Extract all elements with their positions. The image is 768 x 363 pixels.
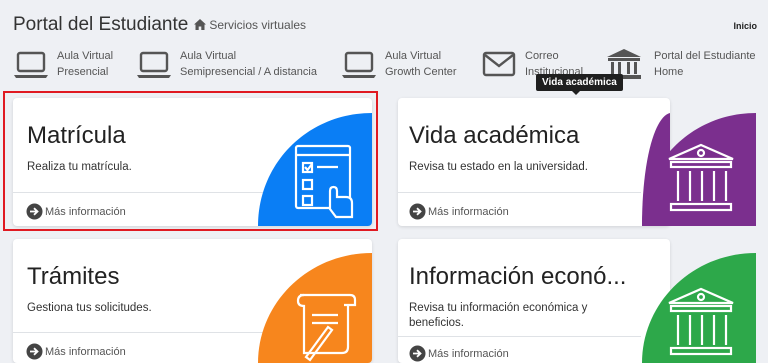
card-divider (13, 332, 263, 333)
card-title: Vida académica (409, 122, 580, 149)
laptop-icon (14, 51, 48, 78)
more-info-link[interactable]: Más información (26, 343, 126, 360)
more-info-label: Más información (45, 345, 126, 358)
more-info-label: Más información (45, 205, 126, 218)
more-info-link[interactable]: Más información (409, 345, 509, 362)
shortcut-label: Home (654, 66, 684, 78)
card-informacion-economica[interactable]: Información econó... Revisa tu informaci… (398, 239, 670, 363)
card-divider (398, 336, 641, 337)
shortcut-label: Semipresencial / A distancia (180, 66, 317, 78)
card-icon-area (258, 253, 372, 363)
shortcut-label: Presencial (57, 66, 109, 78)
home-icon (194, 19, 207, 30)
card-description: Realiza tu matrícula. (27, 161, 132, 173)
more-info-label: Más información (428, 205, 509, 218)
card-matricula[interactable]: Matrícula Realiza tu matrícula. Más info… (13, 98, 372, 226)
arrow-right-circle-icon (26, 343, 43, 360)
envelope-icon (482, 51, 516, 77)
shortcut-label: Aula Virtual (180, 50, 237, 62)
card-vida-academica-blob (642, 113, 756, 226)
card-divider (398, 192, 641, 193)
card-title: Información econó... (409, 263, 627, 290)
more-info-label: Más información (428, 347, 509, 360)
card-description: Gestiona tus solicitudes. (27, 302, 152, 314)
shortcut-portal-home[interactable]: Portal del Estudiante Home (606, 48, 756, 80)
shortcut-label: Aula Virtual (385, 50, 442, 62)
breadcrumb-label: Servicios virtuales (209, 17, 307, 32)
laptop-icon (342, 51, 376, 78)
card-title: Trámites (27, 263, 120, 290)
card-description: Revisa tu información económica y benefi… (409, 302, 588, 329)
inicio-link[interactable]: Inicio (733, 21, 757, 31)
shortcut-label: Correo (525, 50, 559, 62)
card-icon-area (258, 113, 372, 226)
shortcut-aula-growth[interactable]: Aula Virtual Growth Center (341, 48, 457, 80)
breadcrumb[interactable]: Servicios virtuales (194, 18, 306, 32)
arrow-right-circle-icon (26, 203, 43, 220)
page-header: Portal del Estudiante Servicios virtuale… (13, 14, 306, 36)
laptop-icon (137, 51, 171, 78)
card-divider (13, 192, 263, 193)
more-info-link[interactable]: Más información (409, 203, 509, 220)
card-description: Revisa tu estado en la universidad. (409, 161, 588, 173)
shortcut-label: Growth Center (385, 66, 457, 78)
card-tramites[interactable]: Trámites Gestiona tus solicitudes. Más i… (13, 239, 372, 363)
shortcut-aula-semipresencial[interactable]: Aula Virtual Semipresencial / A distanci… (136, 48, 317, 80)
card-vida-academica[interactable]: Vida académica Revisa tu estado en la un… (398, 98, 670, 226)
shortcut-label: Aula Virtual (57, 50, 114, 62)
card-informacion-economica-blob (642, 253, 756, 363)
tooltip: Vida académica (536, 74, 623, 95)
shortcut-label: Portal del Estudiante (654, 50, 756, 62)
card-title: Matrícula (27, 122, 126, 149)
page-title: Portal del Estudiante (13, 14, 189, 35)
more-info-link[interactable]: Más información (26, 203, 126, 220)
arrow-right-circle-icon (409, 203, 426, 220)
shortcut-aula-presencial[interactable]: Aula Virtual Presencial (13, 48, 113, 80)
shortcut-bar: Aula Virtual Presencial Aula Virtual Sem… (0, 48, 768, 88)
arrow-right-circle-icon (409, 345, 426, 362)
